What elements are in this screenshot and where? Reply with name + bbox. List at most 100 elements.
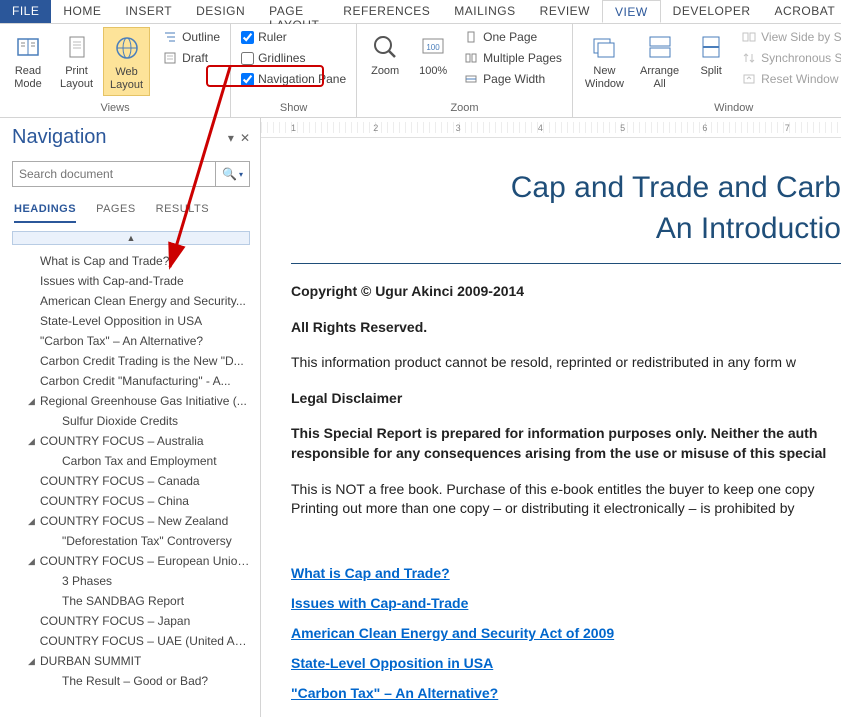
tab-developer[interactable]: DEVELOPER <box>661 0 763 23</box>
zoom-100-label: 100% <box>419 65 447 78</box>
ribbon-group-views: Read Mode Print Layout Web Layout Outlin… <box>0 24 231 117</box>
gridlines-checkbox[interactable]: Gridlines <box>237 48 350 68</box>
one-page-button[interactable]: One Page <box>459 27 566 47</box>
search-icon: 🔍 <box>222 167 237 181</box>
disclaimer-heading: Legal Disclaimer <box>291 389 841 409</box>
heading-item[interactable]: COUNTRY FOCUS – Canada <box>12 471 250 491</box>
heading-item[interactable]: The SANDBAG Report <box>12 591 250 611</box>
heading-item[interactable]: ◢Regional Greenhouse Gas Initiative (... <box>12 391 250 411</box>
ruler-checkbox[interactable]: Ruler <box>237 27 350 47</box>
heading-text: The Result – Good or Bad? <box>62 674 208 688</box>
nav-jump-top[interactable]: ▲ <box>12 231 250 245</box>
heading-item[interactable]: COUNTRY FOCUS – Japan <box>12 611 250 631</box>
doc-title-line2: An Introductio <box>291 209 841 250</box>
outline-label: Outline <box>182 30 220 44</box>
gridlines-check-input[interactable] <box>241 52 254 65</box>
heading-item[interactable]: American Clean Energy and Security... <box>12 291 250 311</box>
resale-notice: This information product cannot be resol… <box>291 353 841 373</box>
new-window-label: New Window <box>585 65 624 90</box>
search-dropdown-icon: ▾ <box>239 170 243 179</box>
arrange-all-button[interactable]: Arrange All <box>634 27 685 94</box>
heading-item[interactable]: "Carbon Tax" – An Alternative? <box>12 331 250 351</box>
nav-title: Navigation <box>12 126 107 149</box>
zoom-icon <box>369 31 401 63</box>
heading-item[interactable]: Issues with Cap-and-Trade <box>12 271 250 291</box>
toc-link[interactable]: What is Cap and Trade? <box>291 565 841 581</box>
heading-item[interactable]: The Result – Good or Bad? <box>12 671 250 691</box>
web-layout-button[interactable]: Web Layout <box>103 27 150 96</box>
draft-button[interactable]: Draft <box>158 48 224 68</box>
heading-item[interactable]: ◢COUNTRY FOCUS – New Zealand <box>12 511 250 531</box>
caret-icon: ◢ <box>28 516 40 527</box>
toc-link[interactable]: State-Level Opposition in USA <box>291 655 841 671</box>
ruler-label: Ruler <box>258 30 287 44</box>
tab-acrobat[interactable]: ACROBAT <box>763 0 841 23</box>
zoom-button[interactable]: Zoom <box>363 27 407 82</box>
tab-review[interactable]: REVIEW <box>528 0 602 23</box>
heading-item[interactable]: Carbon Credit Trading is the New "D... <box>12 351 250 371</box>
reset-position-label: Reset Window Position <box>761 72 841 86</box>
sync-scroll-button: Synchronous Scrolling <box>737 48 841 68</box>
multi-pages-icon <box>463 50 479 66</box>
menu-tabs: FILE HOME INSERT DESIGN PAGE LAYOUT REFE… <box>0 0 841 24</box>
heading-item[interactable]: Carbon Tax and Employment <box>12 451 250 471</box>
heading-item[interactable]: ◢COUNTRY FOCUS – Australia <box>12 431 250 451</box>
heading-item[interactable]: Carbon Credit "Manufacturing" - A... <box>12 371 250 391</box>
heading-item[interactable]: COUNTRY FOCUS – UAE (United Ara... <box>12 631 250 651</box>
search-input[interactable] <box>13 162 215 186</box>
navpane-checkbox[interactable]: Navigation Pane <box>237 69 350 89</box>
tab-design[interactable]: DESIGN <box>184 0 257 23</box>
outline-button[interactable]: Outline <box>158 27 224 47</box>
sync-scroll-icon <box>741 50 757 66</box>
zoom-100-button[interactable]: 100 100% <box>411 27 455 82</box>
nav-tab-results[interactable]: RESULTS <box>156 203 209 223</box>
navpane-check-input[interactable] <box>241 73 254 86</box>
heading-text: COUNTRY FOCUS – Japan <box>40 614 190 628</box>
heading-item[interactable]: ◢DURBAN SUMMIT <box>12 651 250 671</box>
print-layout-button[interactable]: Print Layout <box>54 27 99 94</box>
tab-mailings[interactable]: MAILINGS <box>442 0 527 23</box>
tab-home[interactable]: HOME <box>51 0 113 23</box>
tab-file[interactable]: FILE <box>0 0 51 23</box>
toc-link[interactable]: Issues with Cap-and-Trade <box>291 595 841 611</box>
show-group-label: Show <box>237 100 350 117</box>
nav-tab-headings[interactable]: HEADINGS <box>14 203 76 223</box>
multi-pages-button[interactable]: Multiple Pages <box>459 48 566 68</box>
heading-text: State-Level Opposition in USA <box>40 314 202 328</box>
heading-text: "Deforestation Tax" Controversy <box>62 534 232 548</box>
heading-text: COUNTRY FOCUS – China <box>40 494 189 508</box>
ruler-mark: 4 <box>538 123 543 133</box>
heading-item[interactable]: Sulfur Dioxide Credits <box>12 411 250 431</box>
split-button[interactable]: Split <box>689 27 733 82</box>
ruler[interactable]: 1234567 <box>261 118 841 138</box>
tab-insert[interactable]: INSERT <box>113 0 184 23</box>
tab-references[interactable]: REFERENCES <box>331 0 442 23</box>
heading-text: COUNTRY FOCUS – UAE (United Ara... <box>40 634 250 648</box>
search-button[interactable]: 🔍 ▾ <box>215 162 249 186</box>
new-window-button[interactable]: New Window <box>579 27 630 94</box>
heading-item[interactable]: 3 Phases <box>12 571 250 591</box>
toc-link[interactable]: "Carbon Tax" – An Alternative? <box>291 685 841 701</box>
read-mode-icon <box>12 31 44 63</box>
read-mode-button[interactable]: Read Mode <box>6 27 50 94</box>
heading-item[interactable]: "Deforestation Tax" Controversy <box>12 531 250 551</box>
heading-text: American Clean Energy and Security... <box>40 294 246 308</box>
caret-icon: ◢ <box>28 656 40 667</box>
draft-icon <box>162 50 178 66</box>
tab-pagelayout[interactable]: PAGE LAYOUT <box>257 0 331 23</box>
tab-view[interactable]: VIEW <box>602 0 661 23</box>
nav-dropdown-icon[interactable]: ▾ <box>228 131 234 145</box>
heading-text: Issues with Cap-and-Trade <box>40 274 184 288</box>
ruler-check-input[interactable] <box>241 31 254 44</box>
heading-item[interactable]: What is Cap and Trade? <box>12 251 250 271</box>
page-width-button[interactable]: Page Width <box>459 69 566 89</box>
nav-tab-pages[interactable]: PAGES <box>96 203 136 223</box>
heading-item[interactable]: ◢COUNTRY FOCUS – European Union... <box>12 551 250 571</box>
document-body[interactable]: Cap and Trade and Carb An Introductio Co… <box>261 138 841 701</box>
toc-link[interactable]: American Clean Energy and Security Act o… <box>291 625 841 641</box>
print-layout-label: Print Layout <box>60 65 93 90</box>
search-box[interactable]: 🔍 ▾ <box>12 161 250 187</box>
heading-item[interactable]: COUNTRY FOCUS – China <box>12 491 250 511</box>
nav-close-icon[interactable]: ✕ <box>240 131 250 145</box>
heading-item[interactable]: State-Level Opposition in USA <box>12 311 250 331</box>
